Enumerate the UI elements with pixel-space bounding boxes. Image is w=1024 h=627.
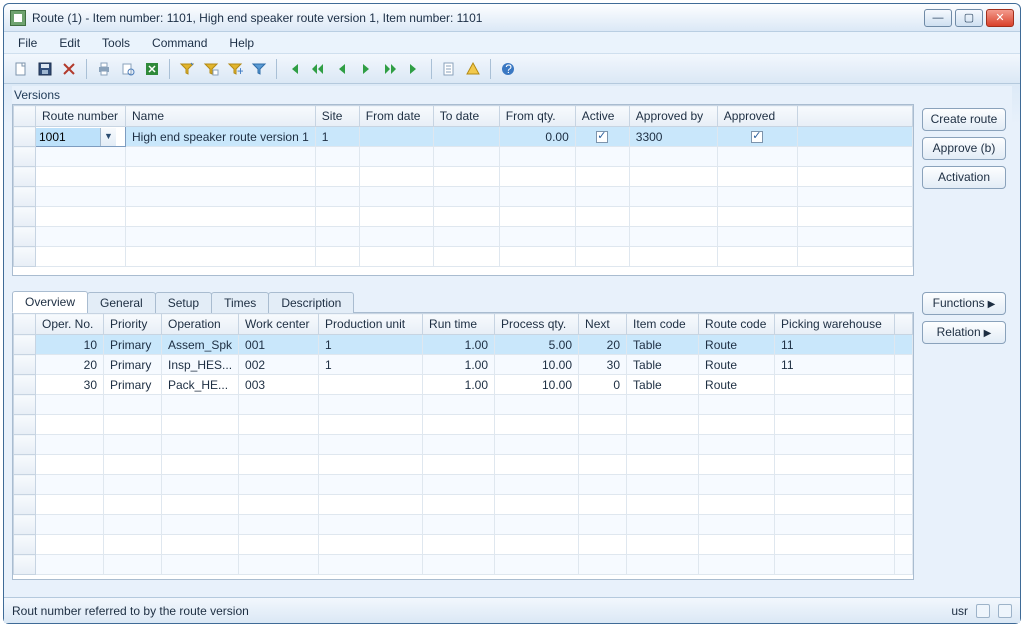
toolbar-separator	[169, 59, 170, 79]
tab-setup[interactable]: Setup	[155, 292, 212, 313]
route-number-dropdown-icon[interactable]: ▼	[100, 128, 116, 146]
help-icon[interactable]: ?	[497, 58, 519, 80]
approved-checkbox[interactable]	[751, 131, 763, 143]
window-title: Route (1) - Item number: 1101, High end …	[32, 11, 482, 25]
operation-row[interactable]	[14, 555, 913, 575]
status-user: usr	[951, 604, 968, 618]
next-page-icon[interactable]	[379, 58, 401, 80]
versions-row[interactable]	[14, 247, 913, 267]
menu-edit[interactable]: Edit	[49, 34, 90, 52]
toolbar-separator	[490, 59, 491, 79]
versions-row[interactable]	[14, 207, 913, 227]
functions-button[interactable]: Functions▶	[922, 292, 1006, 315]
toolbar: + ?	[4, 54, 1020, 84]
prev-page-icon[interactable]	[307, 58, 329, 80]
tab-description[interactable]: Description	[268, 292, 354, 313]
first-record-icon[interactable]	[283, 58, 305, 80]
menu-tools[interactable]: Tools	[92, 34, 140, 52]
next-record-icon[interactable]	[355, 58, 377, 80]
status-bar: Rout number referred to by the route ver…	[4, 597, 1020, 623]
approve-button[interactable]: Approve (b)	[922, 137, 1006, 160]
save-icon[interactable]	[34, 58, 56, 80]
close-button[interactable]: ✕	[986, 9, 1014, 27]
toolbar-separator	[276, 59, 277, 79]
title-bar[interactable]: Route (1) - Item number: 1101, High end …	[4, 4, 1020, 32]
print-preview-icon[interactable]	[117, 58, 139, 80]
operations-grid[interactable]: Oper. No.PriorityOperationWork centerPro…	[13, 313, 913, 579]
tab-times[interactable]: Times	[211, 292, 269, 313]
advanced-filter-icon[interactable]: +	[224, 58, 246, 80]
versions-grid[interactable]: Route numberNameSiteFrom dateTo dateFrom…	[13, 105, 913, 275]
versions-row[interactable]: ▼High end speaker route version 110.0033…	[14, 127, 913, 147]
new-icon[interactable]	[10, 58, 32, 80]
operation-row[interactable]	[14, 435, 913, 455]
filter-selection-icon[interactable]	[200, 58, 222, 80]
menu-bar: File Edit Tools Command Help	[4, 32, 1020, 54]
print-icon[interactable]	[93, 58, 115, 80]
operation-row[interactable]: 20PrimaryInsp_HES...00211.0010.0030Table…	[14, 355, 913, 375]
operation-row[interactable]	[14, 515, 913, 535]
operation-row[interactable]	[14, 475, 913, 495]
clear-filter-icon[interactable]	[248, 58, 270, 80]
menu-file[interactable]: File	[8, 34, 47, 52]
versions-row[interactable]	[14, 187, 913, 207]
operation-row[interactable]: 30PrimaryPack_HE...0031.0010.000TableRou…	[14, 375, 913, 395]
versions-row[interactable]	[14, 227, 913, 247]
menu-command[interactable]: Command	[142, 34, 217, 52]
active-checkbox[interactable]	[596, 131, 608, 143]
menu-help[interactable]: Help	[219, 34, 264, 52]
create-route-button[interactable]: Create route	[922, 108, 1006, 131]
document-icon[interactable]	[438, 58, 460, 80]
last-record-icon[interactable]	[403, 58, 425, 80]
operation-row[interactable]	[14, 455, 913, 475]
operation-row[interactable]: 10PrimaryAssem_Spk00111.005.0020TableRou…	[14, 335, 913, 355]
alert-icon[interactable]	[462, 58, 484, 80]
operation-row[interactable]	[14, 495, 913, 515]
detail-tabstrip: Overview General Setup Times Description	[12, 289, 914, 313]
status-text: Rout number referred to by the route ver…	[12, 604, 249, 618]
maximize-button[interactable]: ▢	[955, 9, 983, 27]
minimize-button[interactable]: —	[924, 9, 952, 27]
versions-row[interactable]	[14, 167, 913, 187]
prev-record-icon[interactable]	[331, 58, 353, 80]
route-number-input[interactable]	[36, 128, 100, 146]
relation-button[interactable]: Relation▶	[922, 321, 1006, 344]
operation-row[interactable]	[14, 535, 913, 555]
delete-icon[interactable]	[58, 58, 80, 80]
toolbar-separator	[86, 59, 87, 79]
status-db-icon[interactable]	[976, 604, 990, 618]
versions-label: Versions	[12, 86, 1012, 104]
operation-row[interactable]	[14, 395, 913, 415]
svg-text:?: ?	[505, 62, 512, 76]
filter-field-icon[interactable]	[176, 58, 198, 80]
versions-row[interactable]	[14, 147, 913, 167]
status-layer-icon[interactable]	[998, 604, 1012, 618]
activation-button[interactable]: Activation	[922, 166, 1006, 189]
tab-overview[interactable]: Overview	[12, 291, 88, 313]
svg-text:+: +	[237, 64, 243, 77]
window-frame: Route (1) - Item number: 1101, High end …	[3, 3, 1021, 624]
operation-row[interactable]	[14, 415, 913, 435]
toolbar-separator	[431, 59, 432, 79]
content-area: Versions Route numberNameSiteFrom dateTo…	[12, 86, 1012, 596]
export-excel-icon[interactable]	[141, 58, 163, 80]
app-icon	[10, 10, 26, 26]
tab-general[interactable]: General	[87, 292, 156, 313]
